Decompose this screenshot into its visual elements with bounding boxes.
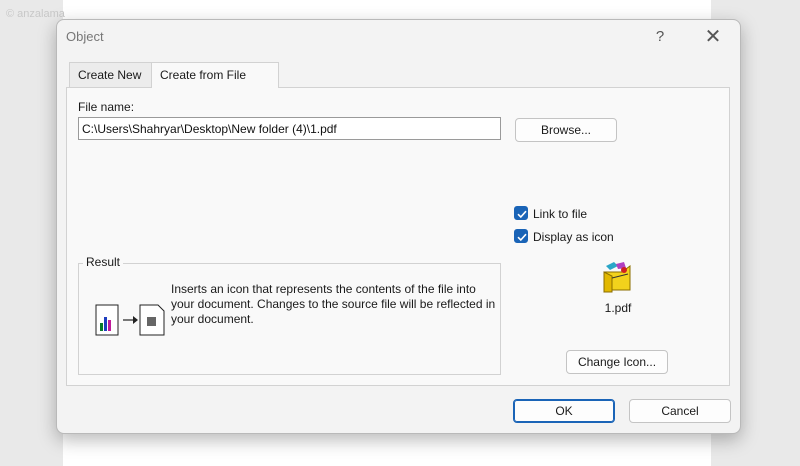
watermark: © anzalama [6, 8, 65, 20]
close-icon[interactable]: ✕ [698, 24, 728, 50]
checkbox-checked-icon [514, 229, 528, 243]
browse-button[interactable]: Browse... [515, 118, 617, 142]
display-as-icon-label: Display as icon [533, 230, 614, 244]
checkbox-checked-icon [514, 206, 528, 220]
file-name-label: File name: [78, 100, 135, 114]
cancel-button[interactable]: Cancel [629, 399, 731, 423]
ok-button[interactable]: OK [513, 399, 615, 423]
result-title: Result [83, 255, 124, 269]
tab-create-from-file[interactable]: Create from File [151, 62, 279, 88]
file-name-input[interactable] [78, 117, 501, 140]
dialog-title: Object [66, 29, 104, 44]
change-icon-button[interactable]: Change Icon... [566, 350, 668, 374]
tab-create-new[interactable]: Create New [69, 62, 160, 87]
result-description: Inserts an icon that represents the cont… [171, 282, 496, 326]
result-group: Result Inserts an icon that represents t… [78, 255, 501, 375]
link-to-file-label: Link to file [533, 207, 588, 221]
result-illustration-icon [95, 304, 165, 336]
object-dialog: Object ? ✕ Create New Create from File F… [56, 19, 741, 434]
help-button[interactable]: ? [645, 24, 675, 50]
tab-panel-create-from-file: File name: Browse... Link to file Displa… [66, 87, 730, 386]
icon-caption: 1.pdf [604, 301, 632, 315]
pdf-file-icon [603, 262, 631, 293]
